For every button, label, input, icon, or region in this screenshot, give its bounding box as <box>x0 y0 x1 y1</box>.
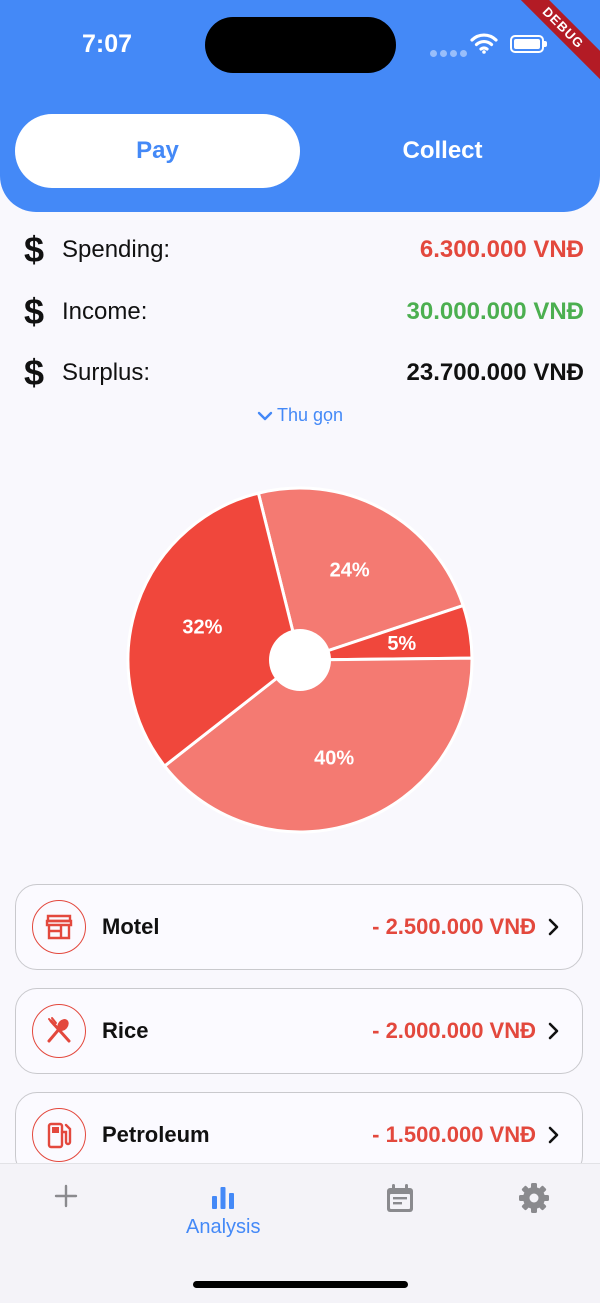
tab-pay[interactable]: Pay <box>15 114 300 188</box>
bar-chart-icon <box>212 1187 235 1209</box>
chevron-right-icon <box>548 1022 559 1040</box>
nav-calendar[interactable] <box>384 1182 416 1214</box>
category-card-motel[interactable]: Motel - 2.500.000 VNĐ <box>15 884 583 970</box>
summary-label: Surplus: <box>62 359 151 386</box>
category-amount: - 1.500.000 VNĐ <box>372 1122 536 1147</box>
collapse-toggle[interactable]: Thu gọn <box>0 405 600 426</box>
summary-spending-row: $ Spending: 6.300.000 VNĐ <box>24 229 584 270</box>
gear-icon <box>519 1183 549 1213</box>
dollar-icon: $ <box>24 229 45 270</box>
chevron-down-icon <box>257 412 273 421</box>
summary-value: 30.000.000 VNĐ <box>406 298 584 325</box>
summary-income-row: $ Income: 30.000.000 VNĐ <box>24 291 584 332</box>
pie-slice-label: 5% <box>387 633 416 655</box>
spending-pie-chart: 24% 5% 40% 32% <box>126 486 474 834</box>
nav-settings[interactable] <box>518 1182 550 1214</box>
pie-slice-label: 24% <box>330 560 370 582</box>
dollar-icon: $ <box>24 352 45 393</box>
summary-label: Income: <box>62 298 148 325</box>
nav-analysis[interactable]: Analysis <box>186 1182 260 1239</box>
header: 7:07 DEBUG Pay Collect <box>0 0 600 212</box>
pie-center-hole <box>269 629 331 691</box>
signal-icon <box>430 44 470 62</box>
status-time: 7:07 <box>82 30 133 58</box>
spoon-fork-icon <box>32 1004 86 1058</box>
home-indicator <box>193 1281 408 1288</box>
wifi-icon <box>470 32 498 59</box>
category-name: Rice <box>102 1018 149 1043</box>
store-icon <box>32 900 86 954</box>
pie-slice-label: 32% <box>182 616 222 638</box>
category-amount: - 2.000.000 VNĐ <box>372 1018 536 1043</box>
pie-slice-label: 40% <box>314 747 354 769</box>
category-name: Motel <box>102 914 160 939</box>
summary-value: 23.700.000 VNĐ <box>406 359 584 386</box>
nav-add[interactable] <box>52 1182 80 1210</box>
summary-label: Spending: <box>62 236 171 263</box>
dollar-icon: $ <box>24 291 45 332</box>
dynamic-island <box>205 17 396 73</box>
category-card-rice[interactable]: Rice - 2.000.000 VNĐ <box>15 988 583 1074</box>
chevron-right-icon <box>548 918 559 936</box>
tab-collect[interactable]: Collect <box>300 114 585 188</box>
collapse-label: Thu gọn <box>276 405 344 425</box>
summary-value: 6.300.000 VNĐ <box>419 236 584 263</box>
nav-analysis-label: Analysis <box>186 1216 261 1238</box>
chevron-right-icon <box>548 1126 559 1144</box>
category-name: Petroleum <box>102 1122 210 1147</box>
summary-surplus-row: $ Surplus: 23.700.000 VNĐ <box>24 352 584 393</box>
gas-station-icon <box>32 1108 86 1162</box>
battery-icon <box>510 35 547 53</box>
plus-icon <box>54 1184 78 1208</box>
calendar-icon <box>387 1184 413 1212</box>
category-amount: - 2.500.000 VNĐ <box>372 914 536 939</box>
